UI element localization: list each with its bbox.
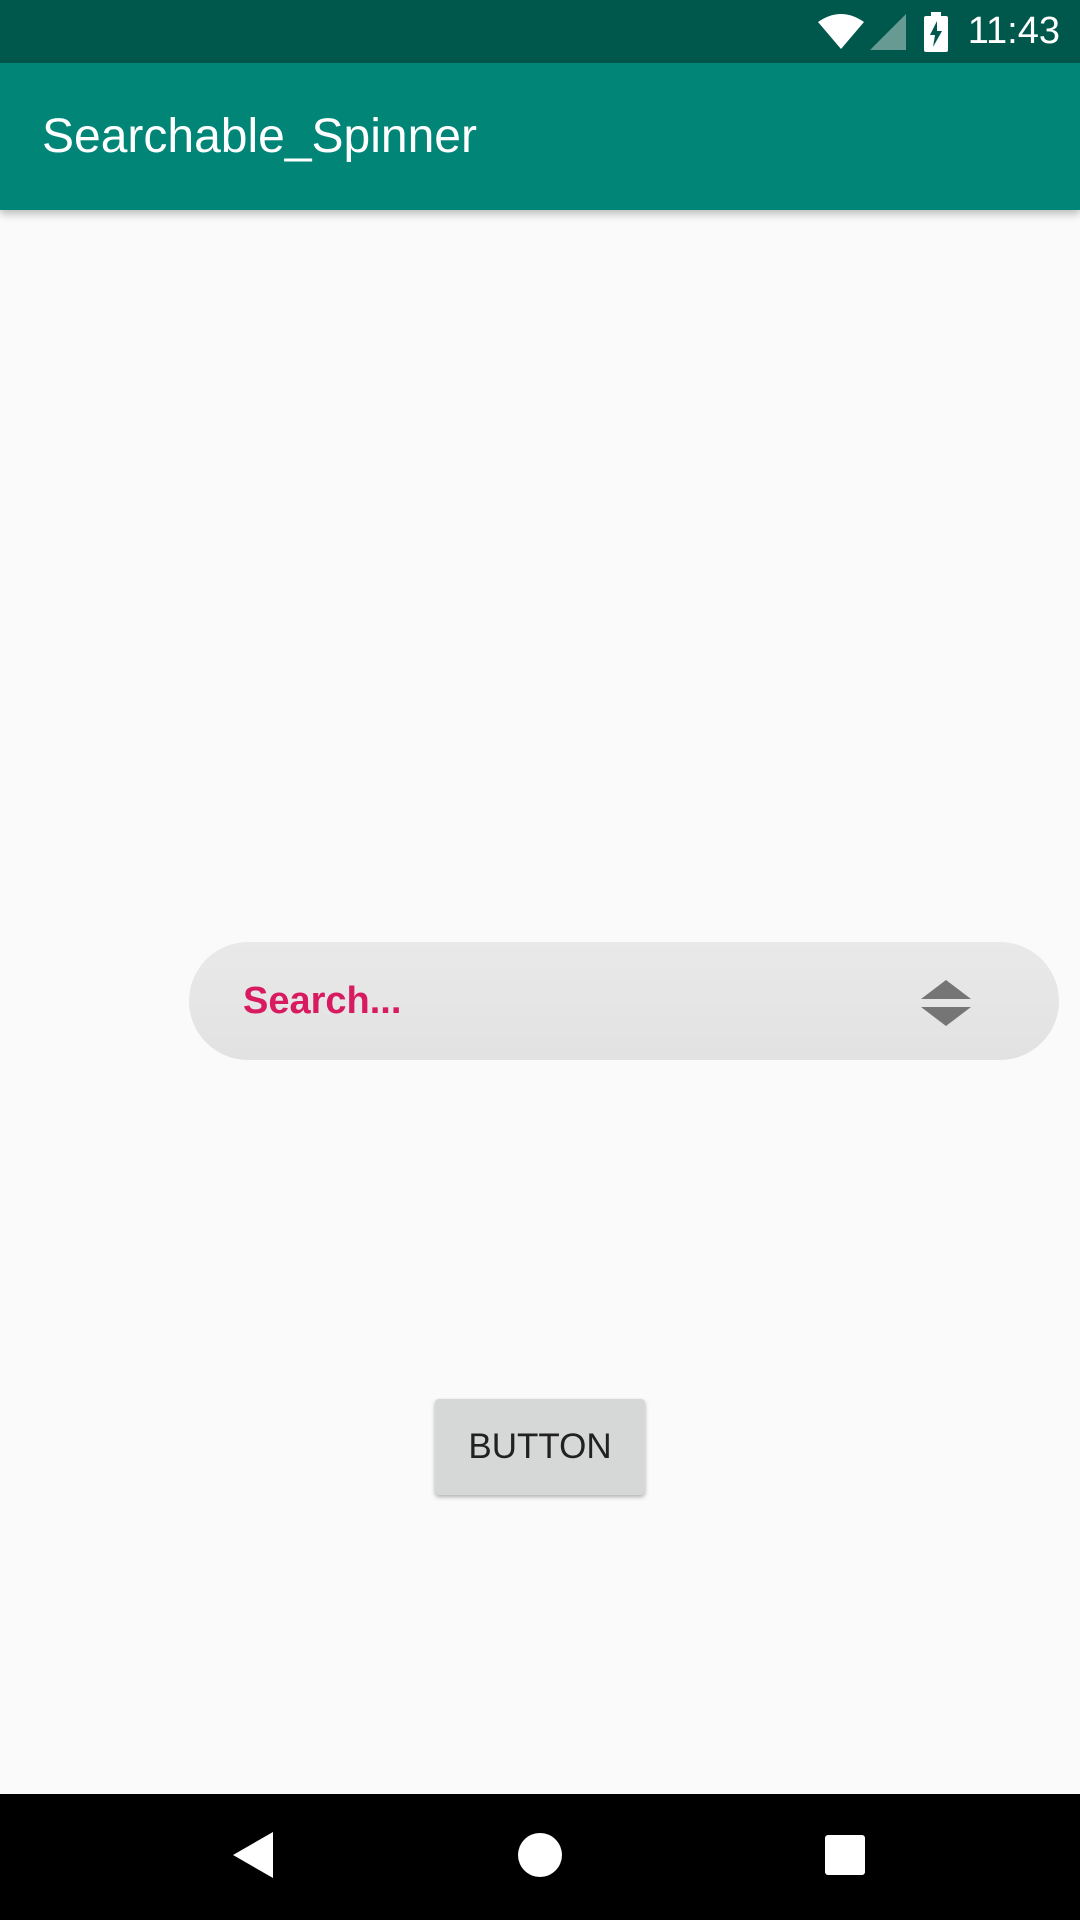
battery-charging-icon — [923, 11, 948, 52]
recents-button[interactable] — [782, 1794, 908, 1920]
home-icon — [518, 1832, 562, 1882]
back-button[interactable] — [190, 1794, 316, 1920]
spinner-placeholder: Search... — [243, 980, 402, 1022]
button[interactable]: BUTTON — [435, 1399, 645, 1495]
wifi-icon — [817, 13, 864, 50]
app-title: Searchable_Spinner — [42, 110, 477, 163]
nav-bar — [0, 1794, 1080, 1920]
searchable-spinner[interactable]: Search... — [189, 942, 1059, 1060]
clock: 11:43 — [967, 10, 1060, 52]
cell-signal-icon — [869, 13, 906, 50]
back-icon — [233, 1831, 273, 1883]
up-down-arrows-icon — [921, 980, 971, 1031]
recents-icon — [825, 1834, 865, 1880]
status-icons: 11:43 — [817, 0, 1060, 63]
status-bar: 11:43 — [0, 0, 1080, 63]
app-bar: Searchable_Spinner — [0, 63, 1080, 210]
home-button[interactable] — [477, 1794, 603, 1920]
